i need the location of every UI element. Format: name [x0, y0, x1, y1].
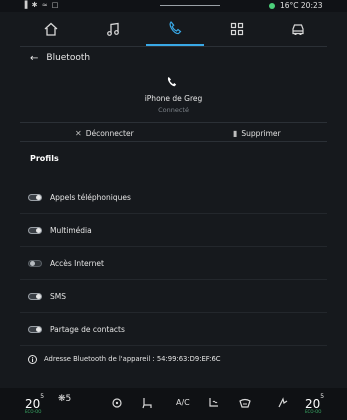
left-eco-label: ECO-OO	[25, 409, 42, 414]
fan-speed[interactable]: ❋5	[58, 394, 71, 404]
tab-vehicle[interactable]	[269, 12, 327, 46]
windshield-defrost-button[interactable]	[238, 396, 252, 413]
outside-temperature-time: 16°C 20:23	[280, 1, 323, 10]
profile-label: Accès Internet	[50, 258, 104, 268]
seat-ventilation-button[interactable]	[140, 396, 154, 413]
music-icon	[107, 22, 119, 36]
seat-icon	[142, 398, 152, 409]
device-info: iPhone de Greg Connecté	[20, 68, 327, 120]
toggle-switch[interactable]	[28, 259, 42, 267]
fan-direction-button[interactable]	[276, 396, 290, 413]
info-icon: i	[28, 354, 37, 364]
profile-row-sms[interactable]: SMS	[20, 280, 327, 313]
ac-button[interactable]: A/C	[176, 398, 190, 407]
device-actions: ✕ Déconnecter ▮ Supprimer	[20, 122, 327, 142]
climate-bar: 205 ECO-OO ❋5 A/C 205 ECO-OO	[0, 388, 347, 420]
air-distribution-icon	[112, 398, 122, 408]
tab-home[interactable]	[22, 12, 80, 46]
divider	[20, 46, 327, 47]
page-header: ← Bluetooth	[20, 48, 327, 68]
status-icons: ▐ ✱ ≈ □	[22, 1, 60, 9]
bluetooth-settings-screen: ▐ ✱ ≈ □ 16°C 20:23 ← Bluetooth iPhone de…	[0, 0, 347, 420]
disconnect-button[interactable]: ✕ Déconnecter	[75, 126, 134, 140]
left-temperature[interactable]: 205 ECO-OO	[25, 393, 45, 414]
profile-label: Multimédia	[50, 225, 92, 235]
seat-heat-icon	[209, 398, 218, 407]
toggle-switch[interactable]	[28, 226, 42, 234]
car-icon	[292, 24, 304, 35]
right-eco-label: ECO-OO	[305, 409, 322, 414]
fan-level: 5	[65, 394, 72, 404]
toggle-switch[interactable]	[28, 325, 42, 333]
top-navigation	[20, 12, 327, 46]
profiles-heading: Profils	[30, 154, 59, 163]
delete-button[interactable]: ▮ Supprimer	[233, 126, 281, 140]
fan-direction-icon	[278, 397, 288, 408]
disconnect-label: Déconnecter	[85, 128, 134, 138]
defrost-icon	[239, 398, 251, 408]
profile-label: Partage de contacts	[50, 324, 125, 334]
profile-row-internet[interactable]: Accès Internet	[20, 247, 327, 280]
seat-heating-button[interactable]	[206, 396, 220, 413]
delete-label: Supprimer	[241, 128, 281, 138]
toggle-switch[interactable]	[28, 292, 42, 300]
tab-apps[interactable]	[208, 12, 266, 46]
air-distribution-button[interactable]	[110, 396, 124, 413]
bluetooth-address: Adresse Bluetooth de l'appareil : 54:99:…	[44, 355, 221, 363]
right-temperature[interactable]: 205 ECO-OO	[305, 393, 325, 414]
bluetooth-address-info: i Adresse Bluetooth de l'appareil : 54:9…	[20, 346, 327, 372]
back-arrow-icon[interactable]: ←	[30, 53, 38, 64]
apps-grid-icon	[230, 22, 244, 36]
device-connection-status: Connecté	[158, 106, 189, 114]
profile-row-contacts[interactable]: Partage de contacts	[20, 313, 327, 346]
tab-music[interactable]	[84, 12, 142, 46]
profile-label: Appels téléphoniques	[50, 192, 131, 202]
right-temp-unit: 5	[320, 393, 325, 400]
profile-row-calls[interactable]: Appels téléphoniques	[20, 181, 327, 214]
profile-label: SMS	[50, 291, 66, 301]
status-bar: ▐ ✱ ≈ □ 16°C 20:23	[0, 0, 347, 12]
status-dot-icon	[269, 3, 275, 9]
tab-phone[interactable]	[146, 12, 204, 46]
phone-icon	[167, 77, 177, 87]
page-title: Bluetooth	[46, 53, 91, 63]
phone-icon	[169, 21, 182, 35]
device-name: iPhone de Greg	[144, 94, 203, 103]
toggle-switch[interactable]	[28, 193, 42, 201]
status-handle	[160, 5, 220, 6]
left-temp-unit: 5	[40, 393, 45, 400]
home-icon	[44, 22, 58, 36]
close-icon: ✕	[75, 128, 82, 138]
profile-row-multimedia[interactable]: Multimédia	[20, 214, 327, 247]
fan-icon: ❋	[58, 394, 66, 404]
trash-icon: ▮	[233, 128, 238, 138]
